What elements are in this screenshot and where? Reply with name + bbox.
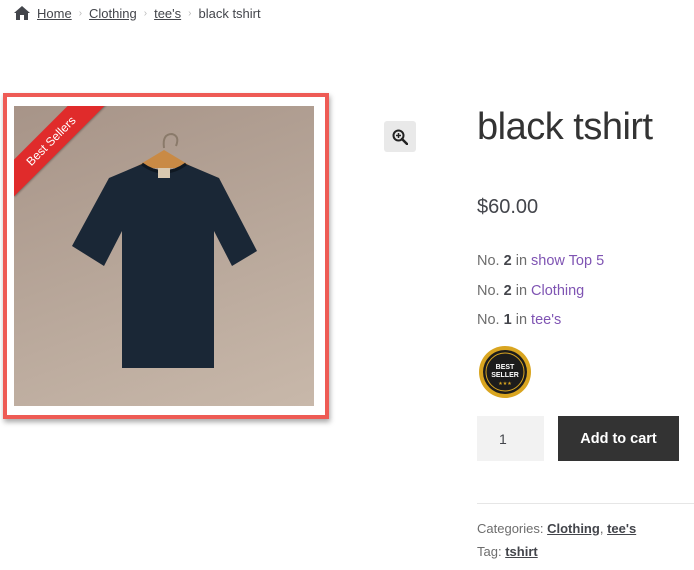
home-icon[interactable] xyxy=(14,6,30,20)
best-seller-badge: BEST SELLER ★★★ xyxy=(479,346,531,398)
ranking-item: No. 2 in Clothing xyxy=(477,280,604,310)
ranking-item: No. 2 in show Top 5 xyxy=(477,250,604,280)
ranking-prefix: No. xyxy=(477,253,500,269)
product-tags: Tag: tshirt xyxy=(477,544,538,559)
category-separator: , xyxy=(599,521,604,536)
ranking-prefix: No. xyxy=(477,282,500,299)
badge-stars: ★★★ xyxy=(498,381,512,387)
ranking-in: in xyxy=(515,253,528,269)
breadcrumb-clothing-link[interactable]: Clothing xyxy=(89,6,137,21)
quantity-input[interactable] xyxy=(477,416,544,461)
tag-link-tshirt[interactable]: tshirt xyxy=(505,544,538,559)
divider xyxy=(477,503,694,504)
product-categories: Categories: Clothing, tee's xyxy=(477,521,636,536)
product-image-frame: Best Sellers xyxy=(3,93,329,419)
breadcrumb-tees-link[interactable]: tee's xyxy=(154,6,181,21)
ranking-list: No. 2 in show Top 5 No. 2 in Clothing No… xyxy=(477,250,604,339)
breadcrumb: Home › Clothing › tee's › black tshirt xyxy=(14,4,261,22)
badge-text-line2: SELLER xyxy=(491,372,519,379)
badge-text-line1: BEST xyxy=(496,364,515,371)
ranking-link-clothing[interactable]: Clothing xyxy=(531,283,584,299)
ranking-link-tees[interactable]: tee's xyxy=(531,312,561,328)
breadcrumb-separator: › xyxy=(143,7,148,19)
product-image[interactable]: Best Sellers xyxy=(14,106,314,406)
ranking-link-show-top-5[interactable]: show Top 5 xyxy=(531,253,604,269)
product-price: $60.00 xyxy=(477,196,539,218)
tag-label: Tag: xyxy=(477,544,502,559)
ranking-number: 2 xyxy=(503,282,512,299)
zoom-button[interactable] xyxy=(384,121,416,152)
category-link-clothing[interactable]: Clothing xyxy=(547,521,600,536)
ranking-prefix: No. xyxy=(477,312,500,328)
ranking-number: 1 xyxy=(503,312,512,328)
category-link-tees[interactable]: tee's xyxy=(607,521,636,536)
breadcrumb-current: black tshirt xyxy=(198,5,261,21)
add-to-cart-button[interactable]: Add to cart xyxy=(558,416,679,461)
ranking-item: No. 1 in tee's xyxy=(477,309,604,339)
breadcrumb-home-link[interactable]: Home xyxy=(37,6,72,21)
product-title: black tshirt xyxy=(477,106,653,148)
ranking-in: in xyxy=(515,282,528,299)
zoom-icon xyxy=(392,129,408,145)
categories-label: Categories: xyxy=(477,521,544,536)
ranking-number: 2 xyxy=(503,253,512,269)
breadcrumb-separator: › xyxy=(188,7,192,19)
ranking-in: in xyxy=(515,312,528,328)
breadcrumb-separator: › xyxy=(78,7,83,19)
